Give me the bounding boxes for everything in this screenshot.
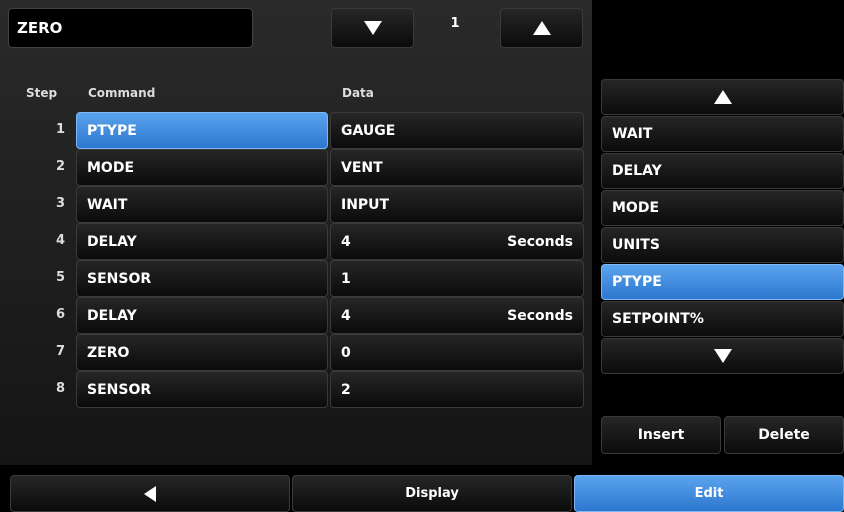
- command-list-item-selected[interactable]: PTYPE: [601, 264, 844, 300]
- delete-button[interactable]: Delete: [724, 416, 844, 454]
- command-list-label: UNITS: [612, 237, 660, 253]
- command-list-item[interactable]: WAIT: [601, 116, 844, 152]
- data-cell[interactable]: INPUT: [330, 186, 584, 223]
- command-label: SENSOR: [87, 270, 152, 287]
- data-cell[interactable]: 1: [330, 260, 584, 297]
- data-value: 4: [341, 307, 351, 324]
- step-number: 7: [55, 344, 65, 359]
- program-title-text: ZERO: [17, 19, 63, 37]
- data-column-header: Data: [342, 86, 374, 100]
- data-value: INPUT: [341, 196, 390, 213]
- step-counter: 1: [450, 16, 460, 31]
- data-cell[interactable]: 2: [330, 371, 584, 408]
- step-up-button[interactable]: [500, 8, 583, 48]
- data-cell[interactable]: 4 Seconds: [330, 297, 584, 334]
- command-list-label: PTYPE: [612, 274, 662, 290]
- step-number: 3: [55, 196, 65, 211]
- command-label: SENSOR: [87, 381, 152, 398]
- step-number: 8: [55, 381, 65, 396]
- data-value: 4: [341, 233, 351, 250]
- data-cell[interactable]: VENT: [330, 149, 584, 186]
- command-cell[interactable]: SENSOR: [76, 260, 328, 297]
- edit-button[interactable]: Edit: [574, 475, 844, 512]
- command-column-header: Command: [88, 86, 156, 100]
- command-list-item[interactable]: MODE: [601, 190, 844, 226]
- command-label: PTYPE: [87, 122, 137, 139]
- back-button[interactable]: [10, 475, 290, 512]
- data-value: GAUGE: [341, 122, 396, 139]
- command-cell[interactable]: SENSOR: [76, 371, 328, 408]
- step-down-button[interactable]: [331, 8, 414, 48]
- triangle-up-icon: [713, 90, 732, 104]
- data-value: VENT: [341, 159, 383, 176]
- step-number: 6: [55, 307, 65, 322]
- insert-label: Insert: [637, 427, 685, 443]
- command-list-label: SETPOINT%: [612, 311, 704, 327]
- command-list-label: MODE: [612, 200, 660, 216]
- command-label: DELAY: [87, 233, 137, 250]
- insert-button[interactable]: Insert: [601, 416, 721, 454]
- command-cell[interactable]: WAIT: [76, 186, 328, 223]
- triangle-down-icon: [713, 349, 732, 363]
- list-scroll-down-button[interactable]: [601, 338, 844, 374]
- back-arrow-icon: [144, 485, 156, 502]
- data-unit: Seconds: [507, 307, 573, 324]
- command-label: DELAY: [87, 307, 137, 324]
- list-scroll-up-button[interactable]: [601, 79, 844, 115]
- command-list-item[interactable]: DELAY: [601, 153, 844, 189]
- display-button[interactable]: Display: [292, 475, 572, 512]
- command-list-label: WAIT: [612, 126, 653, 142]
- data-unit: Seconds: [507, 233, 573, 250]
- step-number: 1: [55, 122, 65, 137]
- command-cell[interactable]: MODE: [76, 149, 328, 186]
- step-column-header: Step: [26, 86, 58, 100]
- triangle-up-icon: [532, 21, 551, 35]
- step-number: 5: [55, 270, 65, 285]
- command-list-item[interactable]: SETPOINT%: [601, 301, 844, 337]
- display-label: Display: [405, 486, 459, 501]
- data-cell[interactable]: 0: [330, 334, 584, 371]
- data-value: 0: [341, 344, 351, 361]
- command-label: ZERO: [87, 344, 130, 361]
- command-cell[interactable]: DELAY: [76, 297, 328, 334]
- command-label: MODE: [87, 159, 135, 176]
- command-cell[interactable]: DELAY: [76, 223, 328, 260]
- command-list-label: DELAY: [612, 163, 662, 179]
- command-label: WAIT: [87, 196, 128, 213]
- data-cell[interactable]: GAUGE: [330, 112, 584, 149]
- data-value: 1: [341, 270, 351, 287]
- program-title[interactable]: ZERO: [8, 8, 253, 48]
- command-cell[interactable]: ZERO: [76, 334, 328, 371]
- command-list-item[interactable]: UNITS: [601, 227, 844, 263]
- data-value: 2: [341, 381, 351, 398]
- step-number: 4: [55, 233, 65, 248]
- data-cell[interactable]: 4 Seconds: [330, 223, 584, 260]
- edit-label: Edit: [694, 486, 724, 501]
- triangle-down-icon: [363, 21, 382, 35]
- step-number: 2: [55, 159, 65, 174]
- command-cell[interactable]: PTYPE: [76, 112, 328, 149]
- delete-label: Delete: [758, 427, 810, 443]
